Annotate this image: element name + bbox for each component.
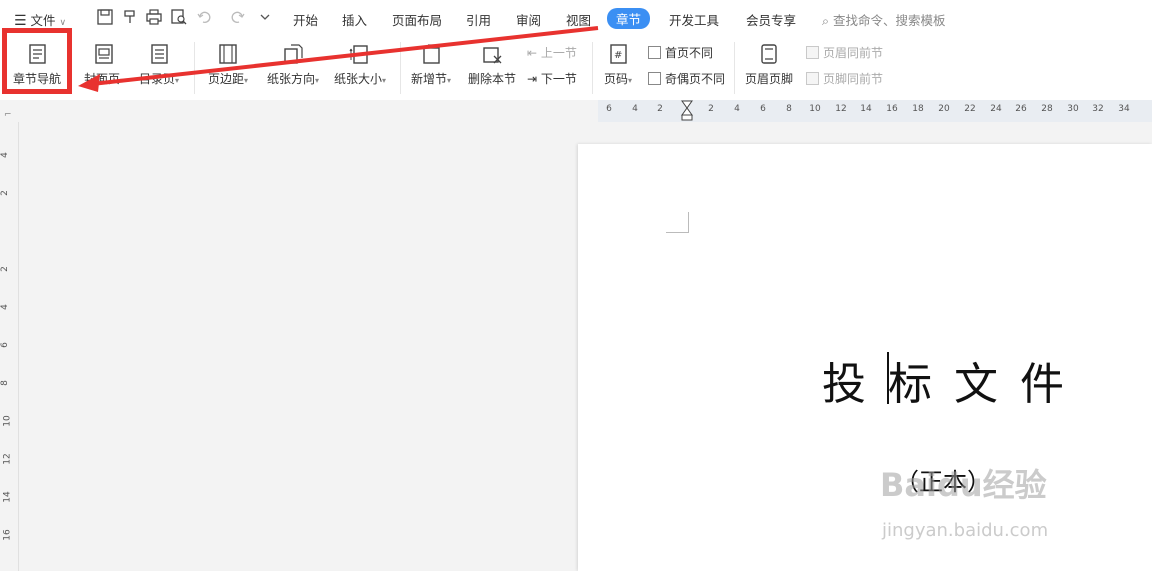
annotation-arrow: [78, 26, 599, 92]
